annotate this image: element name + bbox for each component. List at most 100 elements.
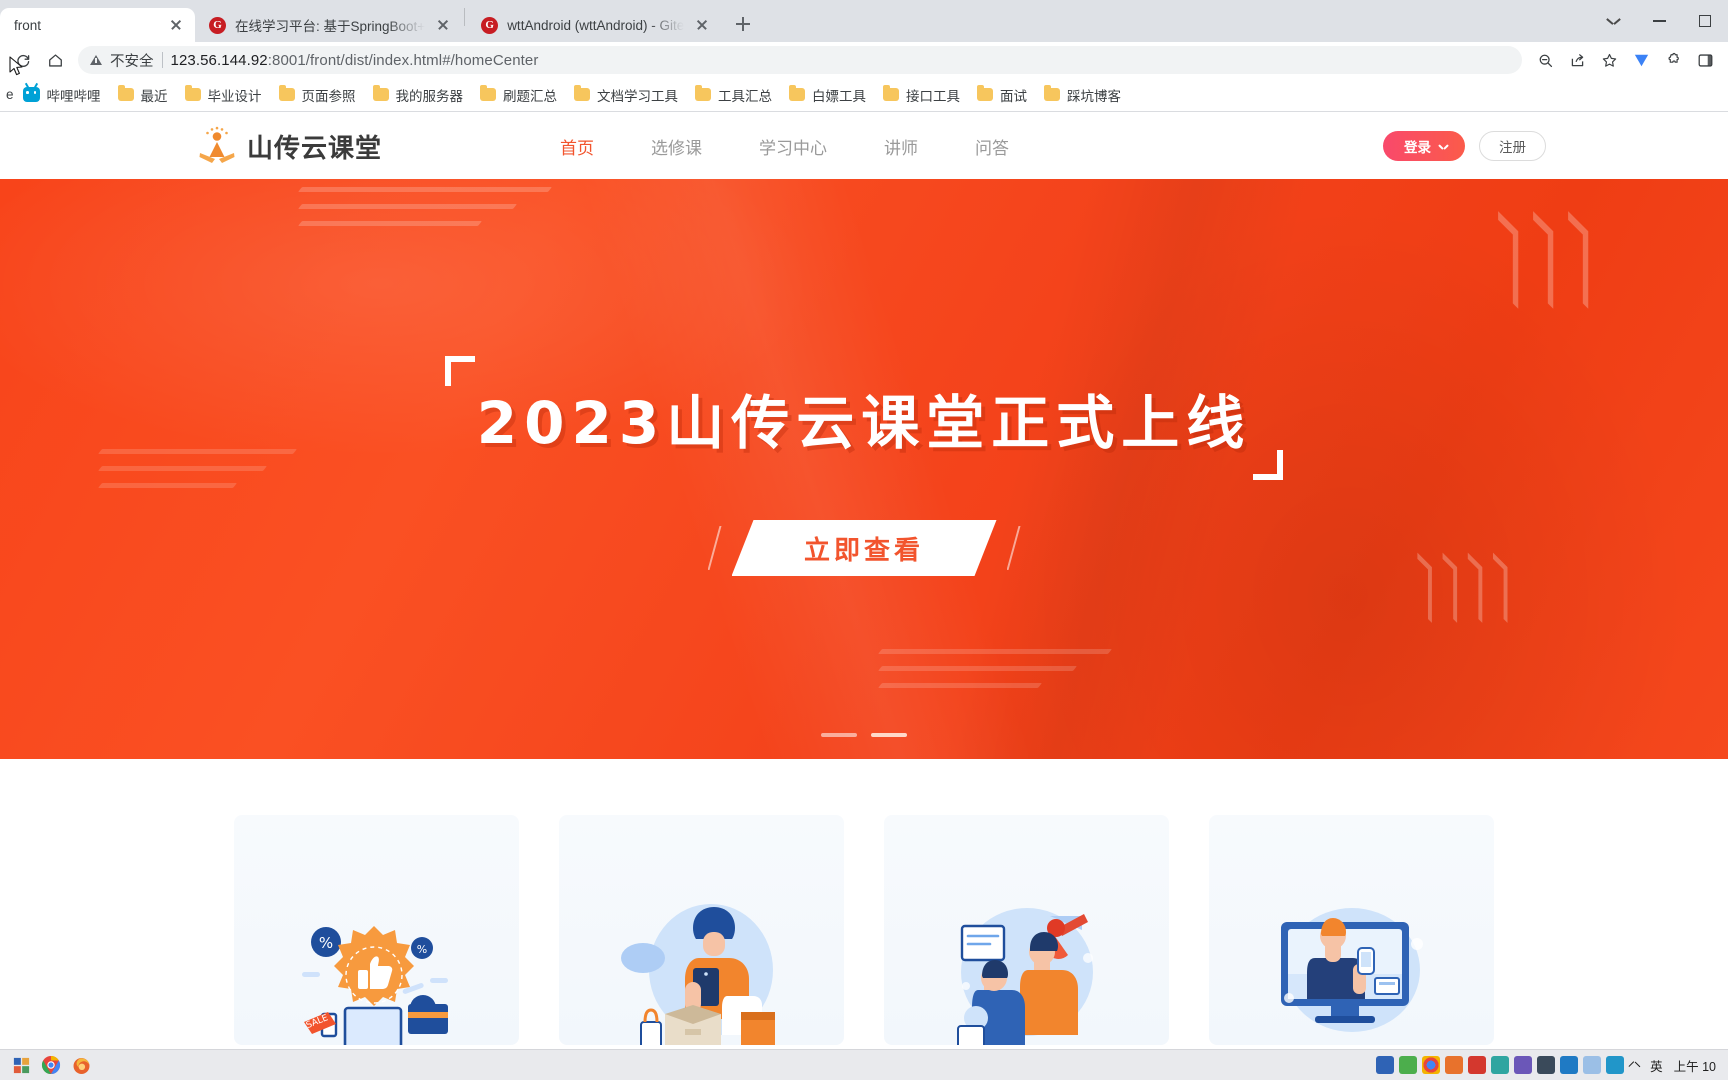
nav-label: 首页 — [560, 138, 595, 158]
site-logo[interactable]: 山传云课堂 — [196, 126, 382, 166]
hero-title: 2023山传云课堂正式上线 — [476, 389, 1252, 457]
tray-green-icon[interactable] — [1399, 1056, 1418, 1074]
bookmark-star-icon[interactable] — [1594, 45, 1624, 75]
folder-icon — [789, 85, 806, 101]
carousel-dot-2[interactable] — [871, 733, 907, 737]
tray-purple-icon[interactable] — [1514, 1056, 1533, 1074]
omnibox-divider — [161, 52, 163, 68]
url-path: :8001/front/dist/index.html#/homeCenter — [267, 51, 539, 69]
bookmark-item[interactable]: 踩坑博客 — [1036, 81, 1129, 109]
person-at-desktop-computer-illustration — [1257, 886, 1447, 1045]
nav-item-qa[interactable]: 问答 — [975, 113, 1009, 179]
clock[interactable]: 上午 10 — [1674, 1056, 1716, 1075]
bookmark-label: 最近 — [140, 88, 168, 104]
nav-label: 问答 — [975, 138, 1010, 158]
chrome-tray-icon[interactable] — [1422, 1056, 1441, 1074]
hero-cta-button[interactable]: 立即查看 — [732, 520, 997, 576]
bookmark-item[interactable]: 刷题汇总 — [472, 81, 565, 109]
bookmark-item[interactable]: 哔哩哔哩 — [15, 81, 109, 109]
nav-item-elective[interactable]: 选修课 — [651, 113, 702, 179]
bookmark-item[interactable]: 工具汇总 — [687, 81, 780, 109]
bookmark-overflow-label: e — [6, 87, 14, 102]
bookmark-item[interactable]: 面试 — [969, 81, 1035, 109]
bookmark-label: 工具汇总 — [718, 88, 773, 104]
tray-mix-icon[interactable] — [1560, 1056, 1579, 1074]
cta-wing-right — [1007, 526, 1021, 570]
firefox-icon[interactable] — [66, 1052, 96, 1079]
feature-card[interactable]: % % % SALE — [234, 815, 519, 1045]
discount-thumbs-up-illustration: % % % SALE — [282, 886, 472, 1045]
extension-v-icon[interactable] — [1626, 45, 1656, 75]
bookmark-label: 页面参照 — [301, 88, 356, 104]
nav-item-home[interactable]: 首页 — [560, 113, 594, 179]
folder-icon — [977, 85, 994, 101]
bookmark-item[interactable]: 页面参照 — [271, 81, 364, 109]
security-status-text: 不安全 — [110, 53, 154, 70]
feature-card[interactable] — [559, 815, 844, 1045]
site-nav: 首页 选修课 学习中心 讲师 问答 — [560, 113, 1009, 179]
new-tab-button[interactable] — [729, 10, 757, 38]
chevron-down-icon — [1439, 142, 1448, 151]
extensions-icon[interactable] — [1658, 45, 1688, 75]
hero-carousel[interactable]: 2023山传云课堂正式上线 立即查看 — [0, 179, 1728, 759]
bookmark-item[interactable]: 白嫖工具 — [781, 81, 874, 109]
zoom-out-icon[interactable] — [1530, 45, 1560, 75]
bookmark-item[interactable]: 最近 — [110, 81, 176, 109]
folder-icon — [883, 85, 900, 101]
tray-orange-icon[interactable] — [1445, 1056, 1464, 1074]
tray-blue-icon[interactable] — [1376, 1056, 1395, 1074]
nav-label: 讲师 — [884, 138, 919, 158]
nav-label: 学习中心 — [759, 138, 828, 158]
nav-item-study-center[interactable]: 学习中心 — [759, 113, 827, 179]
url-host: 123.56.144.92 — [170, 51, 268, 69]
url-text: 123.56.144.92:8001/front/dist/index.html… — [171, 52, 539, 69]
carousel-indicators — [821, 733, 907, 737]
bookmarks-bar: e 哔哩哔哩 最近 毕业设计 页面参照 我的服务器 刷题汇总 文档学习工具 工具… — [0, 78, 1728, 112]
maximize-button[interactable] — [1682, 0, 1728, 42]
reload-icon[interactable] — [8, 45, 38, 75]
chrome-icon[interactable] — [36, 1052, 66, 1079]
bookmark-label: 毕业设计 — [207, 88, 262, 104]
tab-divider — [464, 8, 466, 26]
tray-light-icon[interactable] — [1583, 1056, 1602, 1074]
ime-indicator[interactable]: 英 — [1650, 1056, 1663, 1075]
close-icon[interactable] — [693, 16, 711, 34]
svg-text:%: % — [318, 934, 332, 952]
start-icon[interactable] — [6, 1052, 36, 1079]
folder-icon — [1044, 85, 1061, 101]
tab-search-chevron-icon[interactable] — [1590, 0, 1636, 42]
browser-tab[interactable]: G 在线学习平台: 基于SpringBoot+ — [195, 8, 463, 42]
tray-teal-icon[interactable] — [1491, 1056, 1510, 1074]
tray-cyan-icon[interactable] — [1606, 1056, 1625, 1074]
bookmark-item[interactable]: 文档学习工具 — [566, 81, 686, 109]
login-button[interactable]: 登录 — [1383, 131, 1465, 161]
system-tray: 英 上午 10 — [1376, 1056, 1722, 1075]
show-hidden-icons-chevron[interactable] — [1629, 1062, 1639, 1068]
nav-item-instructor[interactable]: 讲师 — [884, 113, 918, 179]
bookmark-item[interactable]: 毕业设计 — [177, 81, 270, 109]
tray-dark-icon[interactable] — [1537, 1056, 1556, 1074]
bookmark-item[interactable]: 接口工具 — [875, 81, 968, 109]
close-icon[interactable] — [167, 16, 185, 34]
bookmark-item[interactable]: 我的服务器 — [365, 81, 472, 109]
header-actions: 登录 注册 — [1383, 131, 1546, 161]
register-button[interactable]: 注册 — [1479, 131, 1546, 161]
bookmark-label: 白嫖工具 — [812, 88, 867, 104]
sidebar-icon[interactable] — [1690, 45, 1720, 75]
tab-title: front — [14, 17, 42, 33]
address-bar[interactable]: 不安全 123.56.144.92:8001/front/dist/index.… — [78, 46, 1522, 74]
close-icon[interactable] — [434, 16, 452, 34]
svg-text:%: % — [416, 943, 426, 956]
home-icon[interactable] — [40, 45, 70, 75]
feature-card[interactable] — [1209, 815, 1494, 1045]
feature-card[interactable] — [884, 815, 1169, 1045]
share-icon[interactable] — [1562, 45, 1592, 75]
carousel-dot-1[interactable] — [821, 733, 857, 737]
browser-tab[interactable]: G wttAndroid (wttAndroid) - Gite — [467, 8, 722, 42]
bookmark-label: 接口工具 — [906, 88, 961, 104]
folder-icon — [184, 85, 201, 101]
browser-tab[interactable]: front — [0, 8, 195, 42]
window-controls — [1590, 0, 1728, 42]
minimize-button[interactable] — [1636, 0, 1682, 42]
tray-red-icon[interactable] — [1468, 1056, 1487, 1074]
